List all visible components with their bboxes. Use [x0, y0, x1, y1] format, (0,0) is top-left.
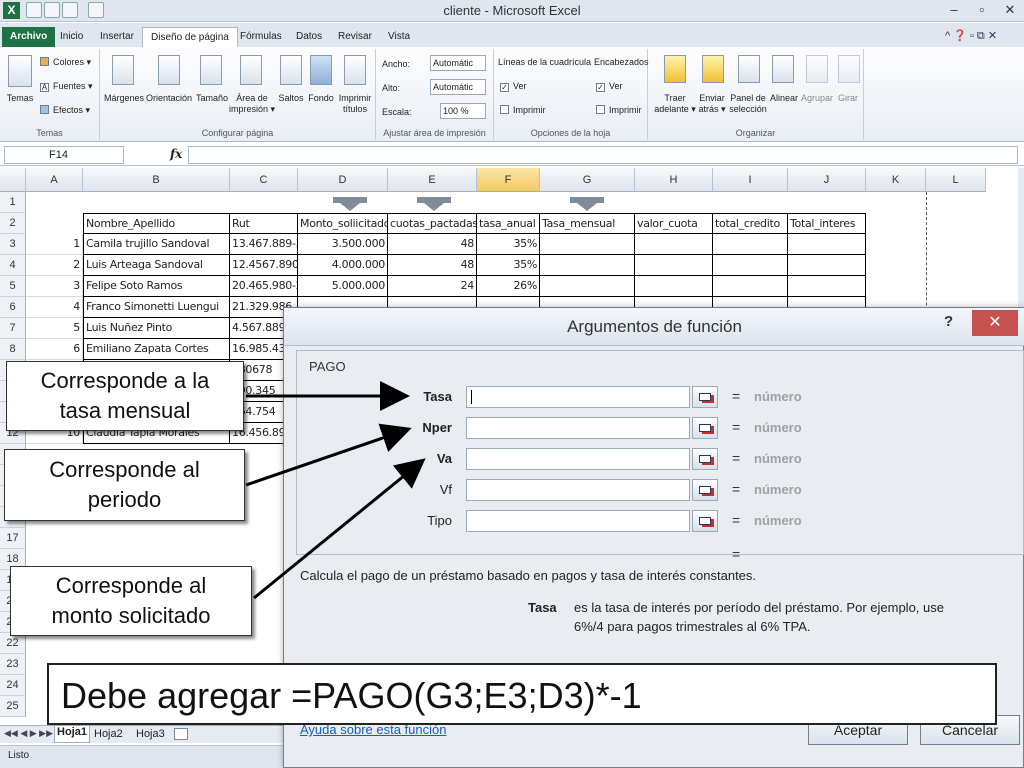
arrow-to-va	[253, 458, 426, 600]
callout-arrows	[245, 381, 426, 600]
arrow-to-nper	[245, 423, 412, 487]
formula-callout: Debe agregar =PAGO(G3;E3;D3)*-1	[47, 663, 997, 725]
